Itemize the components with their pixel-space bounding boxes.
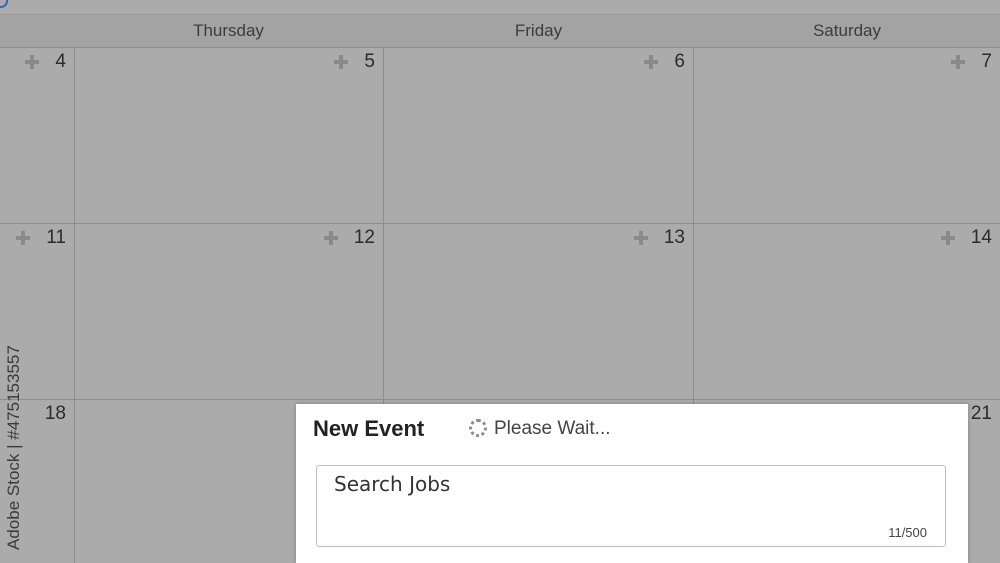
spinner-icon bbox=[469, 419, 487, 437]
stock-watermark: Adobe Stock | #475153557 bbox=[4, 345, 23, 550]
day-header-thursday: Thursday bbox=[193, 21, 264, 40]
day-cell[interactable]: 13 bbox=[384, 224, 694, 400]
add-event-icon[interactable] bbox=[951, 55, 966, 69]
add-event-icon[interactable] bbox=[323, 231, 338, 245]
day-header-friday: Friday bbox=[514, 21, 563, 40]
add-event-icon[interactable] bbox=[16, 231, 31, 245]
day-cell[interactable]: 12 bbox=[75, 224, 384, 400]
new-event-dialog: New Event Please Wait... Search Jobs 11/… bbox=[296, 404, 968, 563]
char-counter: 11/500 bbox=[888, 525, 927, 540]
add-event-icon[interactable] bbox=[334, 55, 349, 69]
date-number: 5 bbox=[364, 51, 375, 72]
calendar-header: Thursday Friday Saturday bbox=[0, 15, 1000, 48]
date-number: 11 bbox=[46, 227, 66, 248]
event-text-value: Search Jobs bbox=[334, 472, 451, 496]
day-cell[interactable]: 6 bbox=[384, 48, 694, 224]
date-number: 13 bbox=[663, 227, 685, 248]
status-text: Please Wait... bbox=[494, 418, 611, 439]
day-cell[interactable]: 4 bbox=[0, 48, 75, 224]
date-number: 12 bbox=[353, 227, 375, 248]
date-number: 7 bbox=[981, 51, 992, 72]
add-event-icon[interactable] bbox=[940, 231, 955, 245]
dialog-title: New Event bbox=[313, 416, 425, 441]
top-toolbar bbox=[0, 0, 1000, 15]
date-number: 4 bbox=[55, 51, 66, 72]
event-text-field[interactable]: Search Jobs 11/500 bbox=[316, 465, 946, 547]
day-cell[interactable]: 5 bbox=[75, 48, 384, 224]
day-cell[interactable]: 14 bbox=[694, 224, 1000, 400]
date-number: 21 bbox=[970, 403, 992, 424]
add-event-icon[interactable] bbox=[633, 231, 648, 245]
day-cell[interactable]: 7 bbox=[694, 48, 1000, 224]
day-header-saturday: Saturday bbox=[812, 21, 882, 40]
date-number: 18 bbox=[44, 403, 66, 424]
date-number: 14 bbox=[970, 227, 992, 248]
date-number: 6 bbox=[674, 51, 685, 72]
add-event-icon[interactable] bbox=[25, 55, 40, 69]
add-event-icon[interactable] bbox=[644, 55, 659, 69]
loading-icon bbox=[0, 0, 8, 8]
